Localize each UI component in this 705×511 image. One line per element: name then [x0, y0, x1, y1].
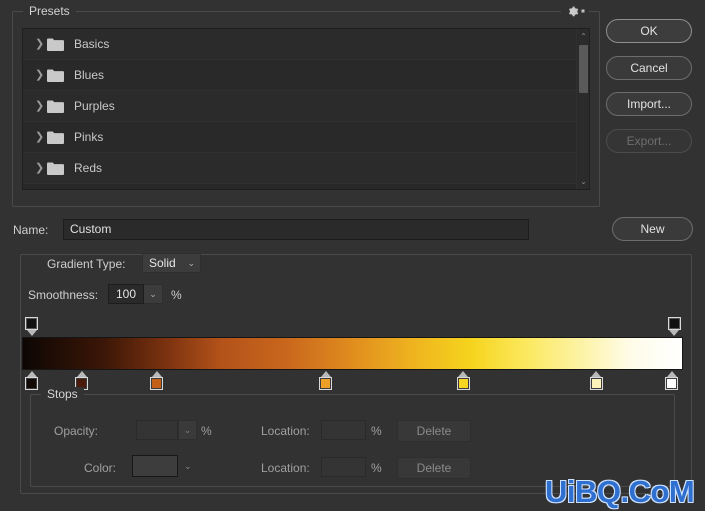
- opacity-stop-pointer: [669, 330, 680, 336]
- chevron-down-icon[interactable]: ⌄: [187, 258, 195, 269]
- gradient-panel: Gradient Type: Solid ⌄ Smoothness: 100 ⌄…: [20, 253, 692, 494]
- list-item[interactable]: ❯ Purples: [23, 91, 589, 122]
- folder-icon: [47, 69, 65, 82]
- color-stop-swatch: [25, 377, 39, 390]
- delete-color-stop-button: Delete: [397, 457, 471, 479]
- color-stop-5[interactable]: [456, 371, 470, 390]
- opacity-label: Opacity:: [54, 424, 99, 438]
- opacity-stop-left[interactable]: [25, 317, 39, 336]
- folder-icon: [47, 162, 65, 175]
- opacity-stop-swatch: [25, 317, 39, 330]
- opacity-percent-label: %: [201, 424, 212, 438]
- color-stop-1[interactable]: [25, 371, 39, 390]
- folder-icon: [47, 38, 65, 51]
- scroll-up-icon[interactable]: ⌃: [577, 30, 589, 43]
- gear-icon[interactable]: [561, 3, 589, 19]
- export-button: Export...: [606, 129, 692, 153]
- color-label: Color:: [84, 461, 117, 475]
- color-stop-swatch: [589, 377, 603, 390]
- gear-dot-icon: [581, 9, 584, 13]
- list-item-label: Pinks: [74, 130, 104, 144]
- presets-list[interactable]: ❯ Basics ❯ Blues ❯ Purples ❯ Pinks ❯ Red…: [22, 28, 590, 190]
- chevron-right-icon[interactable]: ❯: [35, 100, 47, 112]
- gradient-type-select[interactable]: Solid ⌄: [142, 253, 201, 273]
- cancel-button[interactable]: Cancel: [606, 56, 692, 80]
- list-item-label: Reds: [74, 161, 103, 175]
- stops-title: Stops: [41, 387, 84, 401]
- smoothness-stepper[interactable]: ⌄: [144, 284, 163, 304]
- opacity-stepper: ⌄: [178, 420, 197, 440]
- list-item[interactable]: ❯ Basics: [23, 29, 589, 60]
- color-stop-7[interactable]: [665, 371, 679, 390]
- list-item-label: Blues: [74, 68, 105, 82]
- import-button[interactable]: Import...: [606, 92, 692, 116]
- color-swatch: [132, 455, 178, 477]
- new-button[interactable]: New: [612, 217, 693, 241]
- gradient-type-label: Gradient Type:: [47, 257, 126, 271]
- color-stop-swatch: [319, 377, 333, 390]
- presets-title: Presets: [23, 4, 76, 18]
- opacity-stop-swatch: [667, 317, 681, 330]
- chevron-right-icon[interactable]: ❯: [35, 162, 47, 174]
- color-stop-swatch: [456, 377, 470, 390]
- ok-button[interactable]: OK: [606, 19, 692, 43]
- chevron-right-icon[interactable]: ❯: [35, 38, 47, 50]
- presets-scrollbar[interactable]: ⌃ ⌄: [576, 29, 589, 189]
- delete-opacity-stop-button: Delete: [397, 420, 471, 442]
- list-item[interactable]: ❯ Pinks: [23, 122, 589, 153]
- color-location-percent-label: %: [371, 461, 382, 475]
- list-item-label: Basics: [74, 37, 110, 51]
- gradient-type-value: Solid: [149, 256, 176, 270]
- folder-icon: [47, 100, 65, 113]
- chevron-down-icon: ⌄: [184, 461, 192, 471]
- gear-icon-glyph: [568, 6, 578, 16]
- opacity-location-input: [321, 420, 366, 440]
- list-item[interactable]: ❯ Blues: [23, 60, 589, 91]
- color-location-input: [321, 457, 366, 477]
- opacity-location-label: Location:: [261, 424, 310, 438]
- color-stop-swatch: [665, 377, 679, 390]
- watermark: UiBQ.CoM: [545, 474, 695, 509]
- chevron-right-icon[interactable]: ❯: [35, 131, 47, 143]
- color-stop-4[interactable]: [319, 371, 333, 390]
- color-location-label: Location:: [261, 461, 310, 475]
- opacity-stop-pointer: [26, 330, 37, 336]
- opacity-location-percent-label: %: [371, 424, 382, 438]
- color-stop-swatch: [150, 377, 164, 390]
- smoothness-label: Smoothness:: [28, 288, 99, 302]
- presets-panel: Presets ❯ Basics ❯ Blues ❯ Purples ❯ Pin…: [12, 3, 600, 207]
- scrollbar-thumb[interactable]: [579, 45, 588, 93]
- name-input[interactable]: Custom: [63, 219, 529, 240]
- folder-icon: [47, 131, 65, 144]
- chevron-right-icon[interactable]: ❯: [35, 69, 47, 81]
- color-stop-3[interactable]: [150, 371, 164, 390]
- list-item[interactable]: ❯ Reds: [23, 153, 589, 184]
- gradient-preview-bar[interactable]: [22, 337, 683, 370]
- color-stop-6[interactable]: [589, 371, 603, 390]
- smoothness-percent-label: %: [171, 288, 182, 302]
- smoothness-input[interactable]: 100: [108, 284, 144, 304]
- opacity-stop-right[interactable]: [667, 317, 681, 336]
- opacity-input: [136, 420, 178, 440]
- list-item-label: Purples: [74, 99, 115, 113]
- name-label: Name:: [13, 223, 49, 237]
- scroll-down-icon[interactable]: ⌄: [577, 175, 589, 188]
